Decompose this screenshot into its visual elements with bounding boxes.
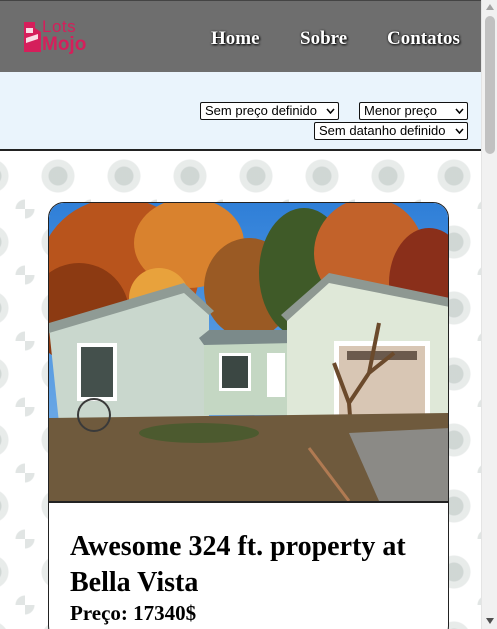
property-title[interactable]: Awesome 324 ft. property at Bella Vista bbox=[70, 529, 440, 601]
price-filter-select[interactable]: Sem preço definido bbox=[200, 102, 339, 120]
property-price: Preço: 17340$ bbox=[70, 601, 440, 626]
property-photo bbox=[49, 203, 448, 501]
filters-bar: Sem preço definido Menor preço Sem datan… bbox=[0, 72, 481, 151]
nav-sobre-link[interactable]: Sobre bbox=[300, 28, 347, 50]
scrollbar-thumb[interactable] bbox=[485, 16, 495, 154]
size-filter-value: Sem datanho definido bbox=[319, 123, 446, 138]
page-scrollbar[interactable] bbox=[481, 0, 497, 629]
chevron-down-icon bbox=[455, 128, 464, 134]
size-filter-select[interactable]: Sem datanho definido bbox=[314, 122, 468, 140]
scroll-down-arrow-icon[interactable] bbox=[486, 618, 494, 624]
nav-home-link[interactable]: Home bbox=[211, 28, 260, 50]
nav-contatos-link[interactable]: Contatos bbox=[387, 28, 460, 50]
sort-order-select[interactable]: Menor preço bbox=[359, 102, 468, 120]
price-filter-value: Sem preço definido bbox=[205, 103, 318, 118]
sort-order-value: Menor preço bbox=[364, 103, 437, 118]
photo-divider bbox=[49, 501, 448, 503]
chevron-down-icon bbox=[326, 108, 335, 114]
site-header: Lots Mojo Home Sobre Contatos bbox=[0, 0, 481, 72]
price-value: 17340$ bbox=[133, 601, 197, 625]
chevron-down-icon bbox=[455, 108, 464, 114]
scroll-up-arrow-icon[interactable] bbox=[486, 4, 494, 10]
price-label: Preço: bbox=[70, 601, 128, 625]
main-nav: Home Sobre Contatos bbox=[0, 28, 481, 52]
property-card[interactable]: Awesome 324 ft. property at Bella Vista … bbox=[48, 202, 449, 629]
